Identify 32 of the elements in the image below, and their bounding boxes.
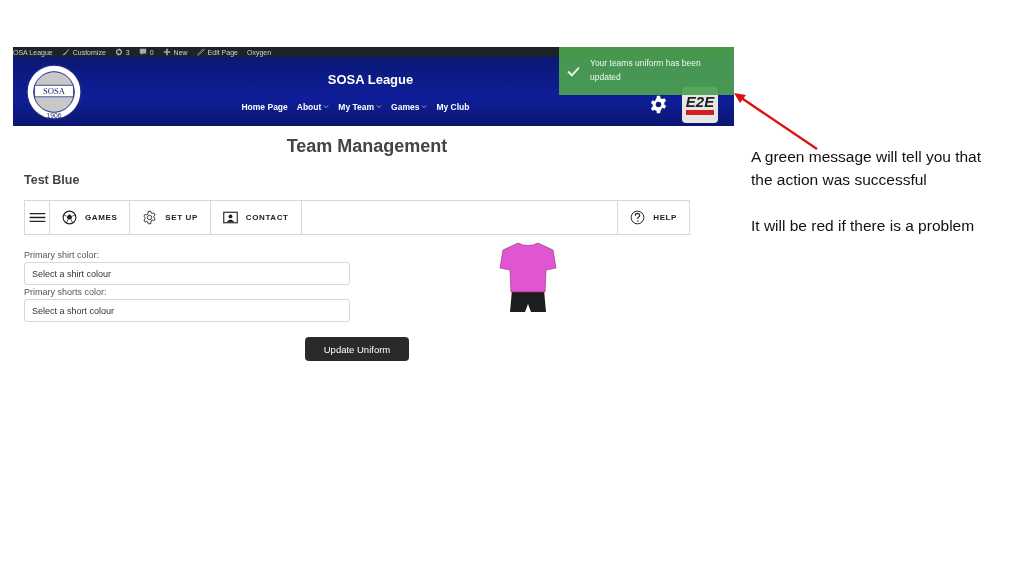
- nav-link[interactable]: My Club: [436, 101, 470, 112]
- tab[interactable]: GAMES: [50, 201, 131, 234]
- nav-link[interactable]: Games: [391, 101, 428, 112]
- select-field[interactable]: Select a shirt colour: [24, 262, 350, 285]
- field-label: Primary shirt color:: [24, 250, 100, 260]
- help-tab[interactable]: HELP: [617, 201, 689, 234]
- comment-icon: [138, 48, 147, 56]
- nav-link[interactable]: My Team: [338, 101, 383, 112]
- page-title: Team Management: [285, 136, 449, 157]
- select-field[interactable]: Select a short colour: [24, 299, 350, 322]
- toast-message: Your teams uniform has been updated: [590, 57, 702, 84]
- site-title[interactable]: SOSA League: [327, 71, 414, 87]
- annotation-text: It will be red if there is a problem: [751, 216, 976, 236]
- tab[interactable]: SET UP: [130, 201, 211, 234]
- pencil-icon: [196, 48, 205, 56]
- help-icon: [630, 210, 646, 225]
- update-uniform-button[interactable]: Update Uniform: [305, 337, 409, 361]
- soccer-ball-icon: [62, 210, 77, 225]
- checkmark-icon: [567, 65, 580, 77]
- menu-icon: [28, 212, 46, 223]
- nav-link[interactable]: Home Page: [241, 101, 288, 112]
- refresh-icon: [114, 48, 123, 56]
- brush-icon: [61, 48, 70, 56]
- contact-card-icon: [222, 210, 238, 225]
- nav-link[interactable]: About: [296, 101, 330, 112]
- settings-icon: [142, 210, 158, 225]
- field-label: Primary shorts color:: [24, 287, 108, 297]
- annotation-text: A green message will tell you that the action was successful: [751, 147, 983, 190]
- tab[interactable]: CONTACT: [210, 201, 302, 234]
- team-name: Test Blue: [24, 173, 81, 187]
- settings-icon[interactable]: [649, 95, 668, 114]
- plus-icon: [162, 48, 171, 56]
